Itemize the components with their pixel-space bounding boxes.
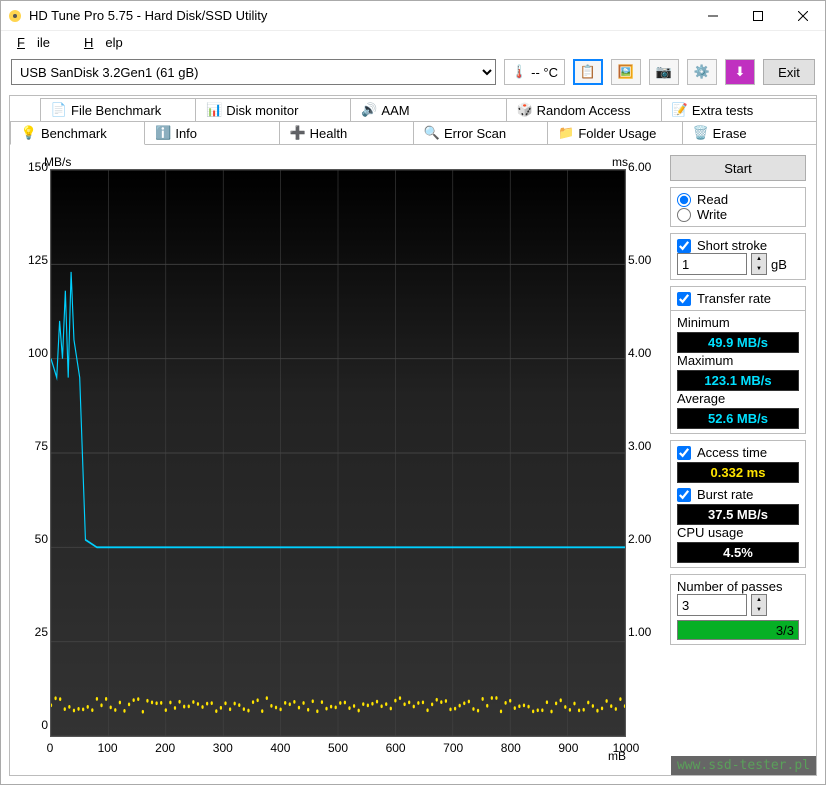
monitor-icon: 📊 bbox=[206, 102, 222, 118]
sidebar: Start Read Write Short stroke ▲▼ gB Tran… bbox=[670, 155, 806, 765]
health-icon: ➕ bbox=[290, 125, 306, 141]
tab-health[interactable]: ➕Health bbox=[279, 121, 414, 144]
cpu-usage-value: 4.5% bbox=[677, 542, 799, 563]
tab-random-access[interactable]: 🎲Random Access bbox=[506, 98, 662, 121]
copy-icon: 📋 bbox=[580, 64, 596, 80]
access-time-check[interactable]: Access time bbox=[677, 445, 799, 460]
maximize-button[interactable] bbox=[735, 1, 780, 31]
close-button[interactable] bbox=[780, 1, 825, 31]
progress-bar: 3/3 bbox=[677, 620, 799, 640]
maximum-value: 123.1 MB/s bbox=[677, 370, 799, 391]
benchmark-panel: MB/s 1501251007550250 ms 6.005.004.003.0… bbox=[10, 144, 816, 775]
short-stroke-group: Short stroke ▲▼ gB bbox=[670, 233, 806, 280]
access-time-value: 0.332 ms bbox=[677, 462, 799, 483]
device-select[interactable]: USB SanDisk 3.2Gen1 (61 gB) bbox=[11, 59, 496, 85]
access-time-group: Access time 0.332 ms Burst rate 37.5 MB/… bbox=[670, 440, 806, 568]
passes-input[interactable] bbox=[677, 594, 747, 616]
folder-icon: 📁 bbox=[558, 125, 574, 141]
screenshot-button[interactable]: 📷 bbox=[649, 59, 679, 85]
menubar: File Help bbox=[1, 31, 825, 53]
picture-icon: 🖼️ bbox=[618, 64, 634, 80]
tab-container: 📄File Benchmark 📊Disk monitor 🔊AAM 🎲Rand… bbox=[9, 95, 817, 776]
tab-erase[interactable]: 🗑️Erase bbox=[682, 121, 817, 144]
thermometer-icon: 🌡️ bbox=[511, 64, 527, 80]
read-radio[interactable]: Read bbox=[677, 192, 799, 207]
window-title: HD Tune Pro 5.75 - Hard Disk/SSD Utility bbox=[29, 8, 690, 23]
burst-rate-check[interactable]: Burst rate bbox=[677, 487, 799, 502]
tab-folder-usage[interactable]: 📁Folder Usage bbox=[547, 121, 682, 144]
menu-file[interactable]: File bbox=[5, 33, 62, 52]
menu-help[interactable]: Help bbox=[72, 33, 135, 52]
trash-icon: 🗑️ bbox=[693, 125, 709, 141]
chart: MB/s 1501251007550250 ms 6.005.004.003.0… bbox=[20, 155, 660, 765]
minimize-button[interactable] bbox=[690, 1, 735, 31]
watermark: www.ssd-tester.pl bbox=[671, 756, 816, 775]
x-axis: mB 01002003004005006007008009001000 bbox=[50, 739, 626, 765]
minimum-value: 49.9 MB/s bbox=[677, 332, 799, 353]
short-stroke-input[interactable] bbox=[677, 253, 747, 275]
camera-icon: 📷 bbox=[656, 64, 672, 80]
temperature-display: 🌡️ -- °C bbox=[504, 59, 565, 85]
save-button[interactable]: ⬇ bbox=[725, 59, 755, 85]
app-icon bbox=[7, 8, 23, 24]
copy-screenshot-button[interactable]: 🖼️ bbox=[611, 59, 641, 85]
gear-icon: ⚙️ bbox=[694, 64, 710, 80]
benchmark-icon: 💡 bbox=[21, 125, 37, 141]
passes-group: Number of passes ▲▼ 3/3 bbox=[670, 574, 806, 645]
copy-info-button[interactable]: 📋 bbox=[573, 59, 603, 85]
tab-benchmark[interactable]: 💡Benchmark bbox=[10, 121, 145, 145]
average-value: 52.6 MB/s bbox=[677, 408, 799, 429]
speaker-icon: 🔊 bbox=[361, 102, 377, 118]
search-icon: 🔍 bbox=[424, 125, 440, 141]
y-axis-left: MB/s 1501251007550250 bbox=[20, 155, 50, 737]
exit-button[interactable]: Exit bbox=[763, 59, 815, 85]
info-icon: ℹ️ bbox=[155, 125, 171, 141]
write-radio[interactable]: Write bbox=[677, 207, 799, 222]
toolbar: USB SanDisk 3.2Gen1 (61 gB) 🌡️ -- °C 📋 🖼… bbox=[1, 53, 825, 91]
tab-info[interactable]: ℹ️Info bbox=[144, 121, 279, 144]
tab-row-top: 📄File Benchmark 📊Disk monitor 🔊AAM 🎲Rand… bbox=[10, 98, 816, 121]
tests-icon: 📝 bbox=[672, 102, 688, 118]
short-stroke-spinner[interactable]: ▲▼ bbox=[751, 253, 767, 275]
mode-group: Read Write bbox=[670, 187, 806, 227]
tab-row-bottom: 💡Benchmark ℹ️Info ➕Health 🔍Error Scan 📁F… bbox=[10, 121, 816, 144]
y-axis-right: ms 6.005.004.003.002.001.00 bbox=[626, 155, 660, 737]
options-button[interactable]: ⚙️ bbox=[687, 59, 717, 85]
tab-aam[interactable]: 🔊AAM bbox=[350, 98, 506, 121]
short-stroke-check[interactable]: Short stroke bbox=[677, 238, 799, 253]
tab-extra-tests[interactable]: 📝Extra tests bbox=[661, 98, 817, 121]
dice-icon: 🎲 bbox=[517, 102, 533, 118]
start-button[interactable]: Start bbox=[670, 155, 806, 181]
file-benchmark-icon: 📄 bbox=[51, 102, 67, 118]
tab-error-scan[interactable]: 🔍Error Scan bbox=[413, 121, 548, 144]
passes-spinner[interactable]: ▲▼ bbox=[751, 594, 767, 616]
titlebar: HD Tune Pro 5.75 - Hard Disk/SSD Utility bbox=[1, 1, 825, 31]
tab-disk-monitor[interactable]: 📊Disk monitor bbox=[195, 98, 351, 121]
tab-file-benchmark[interactable]: 📄File Benchmark bbox=[40, 98, 196, 121]
transfer-rate-group: Transfer rate Minimum 49.9 MB/s Maximum … bbox=[670, 286, 806, 434]
transfer-rate-check[interactable]: Transfer rate bbox=[677, 291, 799, 306]
burst-rate-value: 37.5 MB/s bbox=[677, 504, 799, 525]
download-icon: ⬇ bbox=[732, 64, 748, 80]
plot-area bbox=[50, 169, 626, 737]
